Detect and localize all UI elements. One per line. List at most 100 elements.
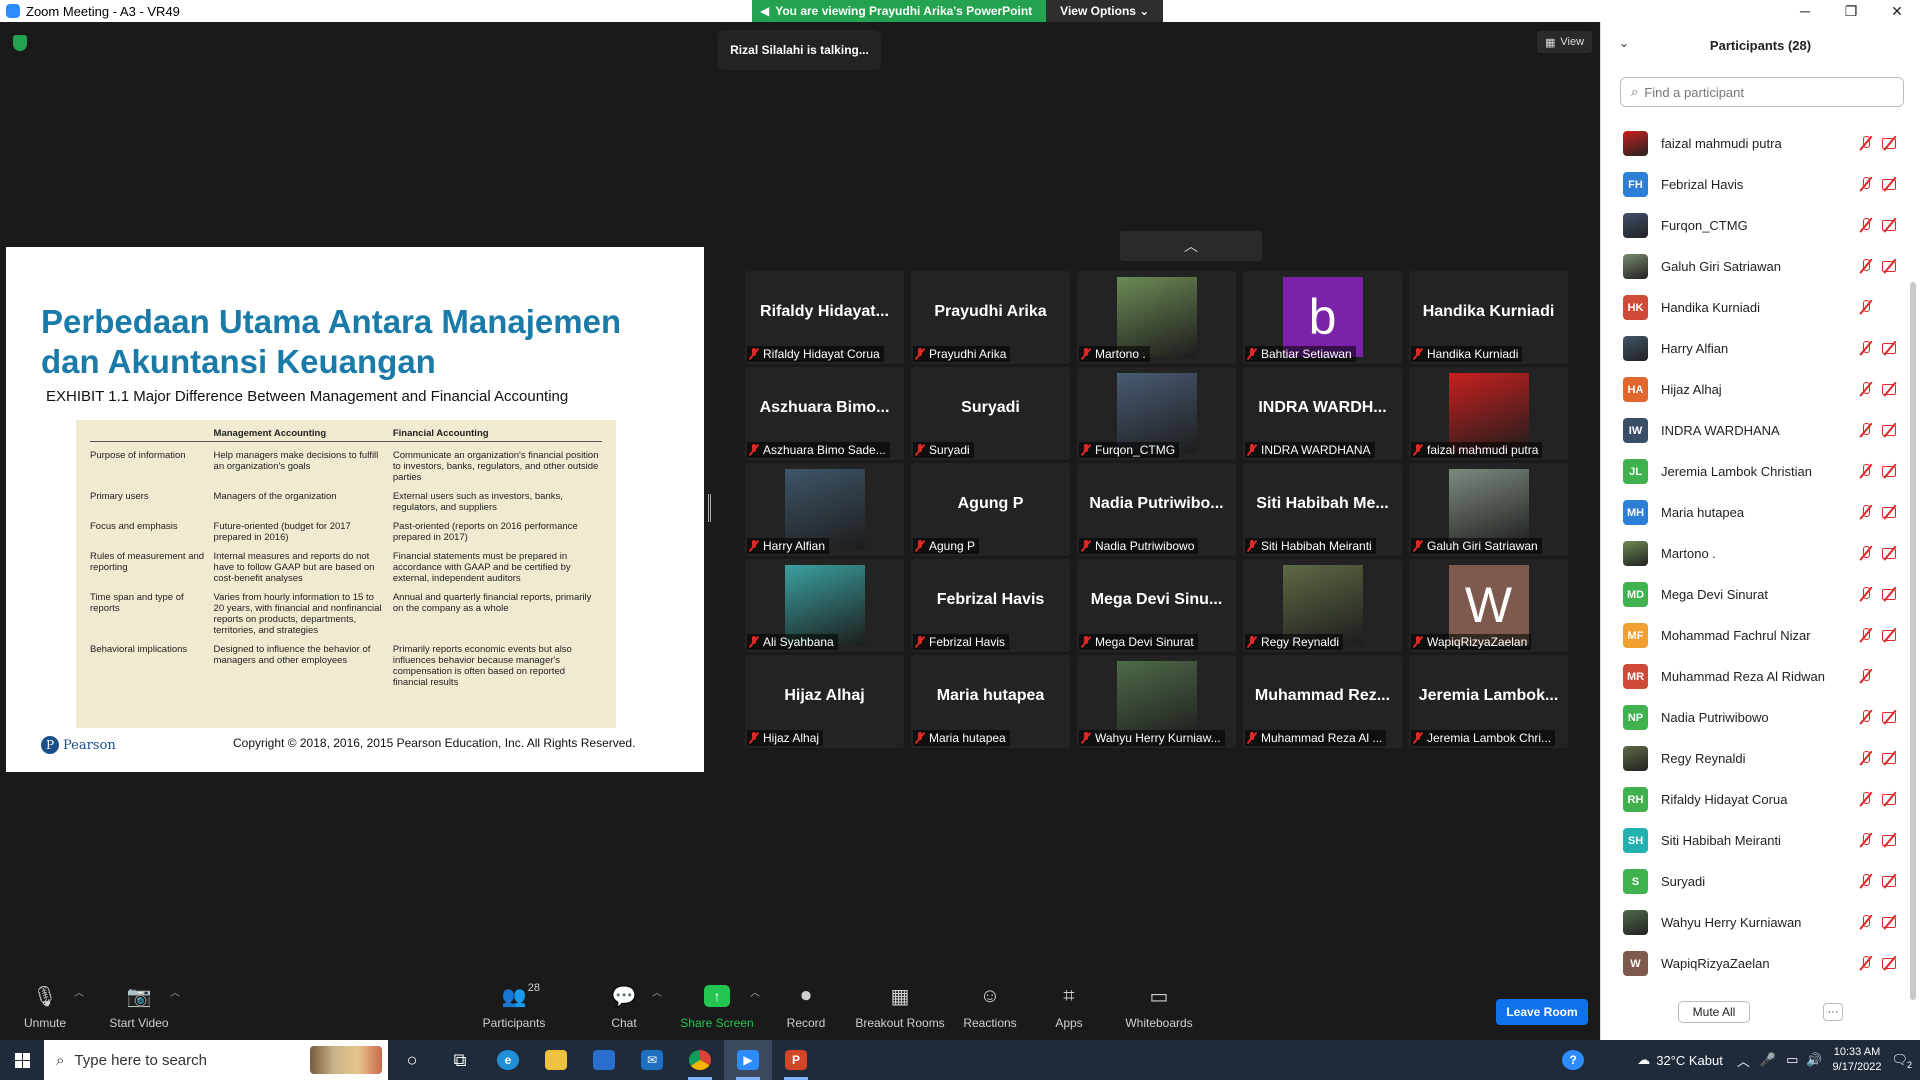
video-tile[interactable]: Wahyu Herry Kurniaw... <box>1077 655 1236 748</box>
cortana-icon[interactable]: ○ <box>388 1040 436 1080</box>
participant-row[interactable]: SH Siti Habibah Meiranti <box>1601 820 1913 861</box>
weather-text[interactable]: 32°C Kabut <box>1656 1053 1723 1068</box>
leave-room-button[interactable]: Leave Room <box>1496 999 1588 1025</box>
video-tile[interactable]: Rifaldy Hidayat... Rifaldy Hidayat Corua <box>745 271 904 364</box>
video-tile[interactable]: Martono . <box>1077 271 1236 364</box>
participant-row[interactable]: Harry Alfian <box>1601 328 1913 369</box>
video-tile[interactable]: Nadia Putriwibo... Nadia Putriwibowo <box>1077 463 1236 556</box>
video-tile[interactable]: Maria hutapea Maria hutapea <box>911 655 1070 748</box>
participant-row[interactable]: IW INDRA WARDHANA <box>1601 410 1913 451</box>
participant-row[interactable]: MD Mega Devi Sinurat <box>1601 574 1913 615</box>
powerpoint-icon[interactable]: P <box>772 1040 820 1080</box>
video-tile[interactable]: W WapiqRizyaZaelan <box>1409 559 1568 652</box>
view-options-button[interactable]: View Options ⌄ <box>1046 0 1164 22</box>
video-tile[interactable]: Suryadi Suryadi <box>911 367 1070 460</box>
unmute-button[interactable]: 🎙 Unmute <box>22 980 68 1040</box>
chat-options-caret[interactable]: ︿ <box>652 984 662 999</box>
tray-chevron-icon[interactable]: ︿ <box>1737 1051 1750 1070</box>
microphone-tray-icon[interactable]: 🎤 <box>1760 1052 1776 1068</box>
participant-row[interactable]: Furqon_CTMG <box>1601 205 1913 246</box>
breakout-rooms-button[interactable]: ▦ Breakout Rooms <box>855 980 945 1040</box>
network-icon[interactable]: ▭ <box>1786 1052 1798 1068</box>
mic-muted-icon <box>1859 750 1873 766</box>
participant-row[interactable]: Martono . <box>1601 533 1913 574</box>
audio-options-caret[interactable]: ︿ <box>74 984 84 999</box>
video-tile[interactable]: b Bahtiar Setiawan <box>1243 271 1402 364</box>
video-tile[interactable]: Agung P Agung P <box>911 463 1070 556</box>
participant-row[interactable]: HA Hijaz Alhaj <box>1601 369 1913 410</box>
participant-row[interactable]: RH Rifaldy Hidayat Corua <box>1601 779 1913 820</box>
participant-row[interactable]: W WapiqRizyaZaelan <box>1601 943 1913 984</box>
start-button[interactable] <box>0 1040 44 1080</box>
mic-muted-icon <box>1859 791 1873 807</box>
share-screen-button[interactable]: ↑ Share Screen <box>680 980 754 1040</box>
video-tile[interactable]: faizal mahmudi putra <box>1409 367 1568 460</box>
taskbar-search[interactable]: ⌕ Type here to search <box>44 1040 388 1080</box>
participant-row[interactable]: MH Maria hutapea <box>1601 492 1913 533</box>
chat-button[interactable]: 💬 Chat <box>604 980 644 1040</box>
video-tile[interactable]: Harry Alfian <box>745 463 904 556</box>
file-explorer-icon[interactable] <box>532 1040 580 1080</box>
participant-row[interactable]: faizal mahmudi putra <box>1601 123 1913 164</box>
participant-row[interactable]: MF Mohammad Fachrul Nizar <box>1601 615 1913 656</box>
participant-row[interactable]: FH Febrizal Havis <box>1601 164 1913 205</box>
participant-row[interactable]: Regy Reynaldi <box>1601 738 1913 779</box>
help-icon[interactable]: ? <box>1549 1040 1597 1080</box>
video-tile[interactable]: Prayudhi Arika Prayudhi Arika <box>911 271 1070 364</box>
find-participant-input[interactable]: ⌕ Find a participant <box>1620 77 1904 107</box>
video-tile[interactable]: Mega Devi Sinu... Mega Devi Sinurat <box>1077 559 1236 652</box>
minimize-button[interactable]: ─ <box>1782 0 1828 22</box>
participant-row[interactable]: MR Muhammad Reza Al Ridwan <box>1601 656 1913 697</box>
encryption-shield-icon[interactable] <box>13 35 27 51</box>
participant-list-scrollbar[interactable] <box>1910 282 1916 1000</box>
notifications-icon[interactable]: 🗨 2 <box>1891 1052 1912 1070</box>
video-off-icon <box>1881 340 1899 356</box>
view-layout-button[interactable]: ▦ View <box>1537 31 1593 53</box>
edge-browser-icon[interactable]: e <box>484 1040 532 1080</box>
video-tile[interactable]: Aszhuara Bimo... Aszhuara Bimo Sade... <box>745 367 904 460</box>
participant-row[interactable]: HK Handika Kurniadi <box>1601 287 1913 328</box>
participant-row[interactable]: Galuh Giri Satriawan <box>1601 246 1913 287</box>
record-button[interactable]: ⏺ Record <box>786 980 826 1040</box>
gallery-page-up-button[interactable]: ︿ <box>1120 231 1262 261</box>
video-tile[interactable]: Siti Habibah Me... Siti Habibah Meiranti <box>1243 463 1402 556</box>
participants-button[interactable]: 👥 28 Participants <box>478 980 550 1040</box>
participant-row[interactable]: Wahyu Herry Kurniawan <box>1601 902 1913 943</box>
whiteboards-button[interactable]: ▭ Whiteboards <box>1124 980 1194 1040</box>
apps-button[interactable]: ⌗ Apps <box>1055 980 1083 1040</box>
participant-row[interactable]: S Suryadi <box>1601 861 1913 902</box>
chevron-down-icon[interactable]: ⌄ <box>1619 36 1629 50</box>
video-tile[interactable]: Furqon_CTMG <box>1077 367 1236 460</box>
task-view-icon[interactable]: ⧉ <box>436 1040 484 1080</box>
zoom-taskbar-icon[interactable]: ▶ <box>724 1040 772 1080</box>
split-handle[interactable] <box>708 494 711 522</box>
reactions-button[interactable]: ☺ Reactions <box>962 980 1018 1040</box>
video-tile[interactable]: Hijaz Alhaj Hijaz Alhaj <box>745 655 904 748</box>
close-button[interactable]: ✕ <box>1874 0 1920 22</box>
maximize-button[interactable]: ❐ <box>1828 0 1874 22</box>
video-tile[interactable]: Regy Reynaldi <box>1243 559 1402 652</box>
chrome-icon[interactable] <box>676 1040 724 1080</box>
volume-icon[interactable]: 🔊 <box>1806 1052 1822 1068</box>
participant-row[interactable]: NP Nadia Putriwibowo <box>1601 697 1913 738</box>
participant-status-icons <box>1859 504 1899 520</box>
mic-muted-icon <box>1413 636 1423 648</box>
participant-row[interactable]: JL Jeremia Lambok Christian <box>1601 451 1913 492</box>
video-tile[interactable]: Febrizal Havis Febrizal Havis <box>911 559 1070 652</box>
mail-icon[interactable]: ✉ <box>628 1040 676 1080</box>
participant-status-icons <box>1859 340 1899 356</box>
start-video-button[interactable]: 📷 Start Video <box>104 980 174 1040</box>
weather-icon[interactable]: ☁ <box>1637 1052 1650 1068</box>
store-icon[interactable] <box>580 1040 628 1080</box>
video-tile[interactable]: Muhammad Rez... Muhammad Reza Al ... <box>1243 655 1402 748</box>
video-tile[interactable]: INDRA WARDH... INDRA WARDHANA <box>1243 367 1402 460</box>
share-options-caret[interactable]: ︿ <box>750 984 760 999</box>
more-options-button[interactable]: ··· <box>1823 1003 1843 1021</box>
clock[interactable]: 10:33 AM 9/17/2022 <box>1833 1045 1882 1075</box>
video-tile[interactable]: Jeremia Lambok... Jeremia Lambok Chri... <box>1409 655 1568 748</box>
video-tile[interactable]: Ali Syahbana <box>745 559 904 652</box>
mute-all-button[interactable]: Mute All <box>1678 1001 1750 1023</box>
video-tile[interactable]: Galuh Giri Satriawan <box>1409 463 1568 556</box>
video-options-caret[interactable]: ︿ <box>170 984 180 999</box>
video-tile[interactable]: Handika Kurniadi Handika Kurniadi <box>1409 271 1568 364</box>
